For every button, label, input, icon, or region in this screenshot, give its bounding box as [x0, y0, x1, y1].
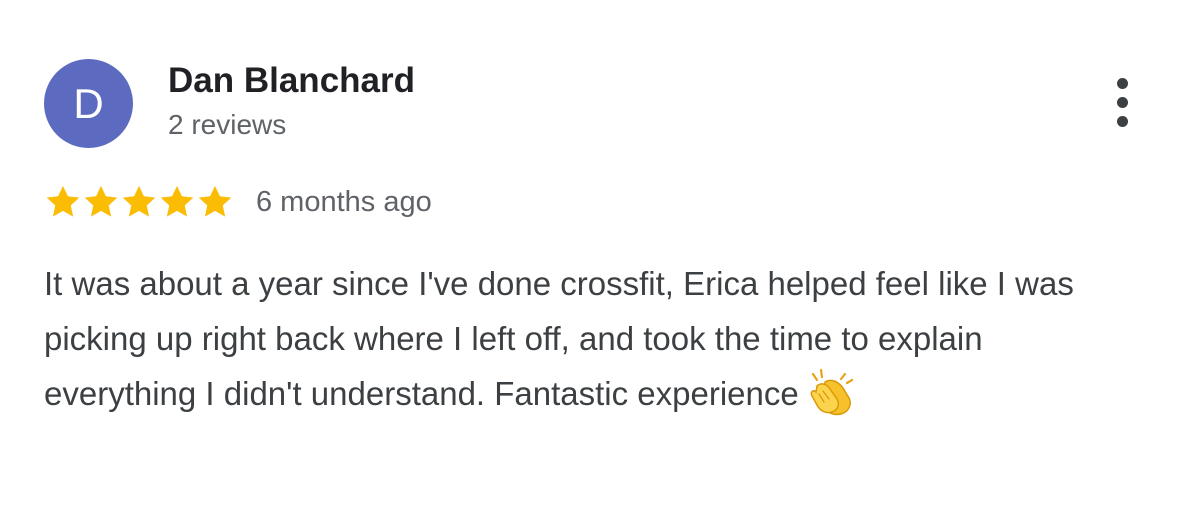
author-name[interactable]: Dan Blanchard: [168, 60, 415, 102]
star-icon: [84, 185, 118, 217]
star-icon: [160, 185, 194, 217]
review-card: D Dan Blanchard 2 reviews 6 months ago I…: [0, 0, 1200, 509]
more-vertical-icon: [1116, 77, 1128, 89]
star-icon: [122, 185, 156, 217]
avatar-initial: D: [73, 79, 104, 127]
star-rating: [44, 183, 234, 221]
review-text: It was about a year since I've done cros…: [44, 265, 1074, 412]
star-icon: [198, 185, 232, 217]
more-vertical-icon-dot: [1116, 115, 1128, 127]
review-count[interactable]: 2 reviews: [168, 108, 286, 142]
star-icon: [46, 185, 80, 217]
avatar[interactable]: D: [44, 59, 133, 148]
review-body: It was about a year since I've done cros…: [44, 256, 1144, 421]
review-time: 6 months ago: [256, 186, 432, 218]
more-vertical-icon-dot: [1116, 96, 1128, 108]
rating-row: 6 months ago: [44, 180, 432, 224]
clapping-hands-icon: [810, 369, 853, 416]
more-options-button[interactable]: [1098, 74, 1146, 130]
